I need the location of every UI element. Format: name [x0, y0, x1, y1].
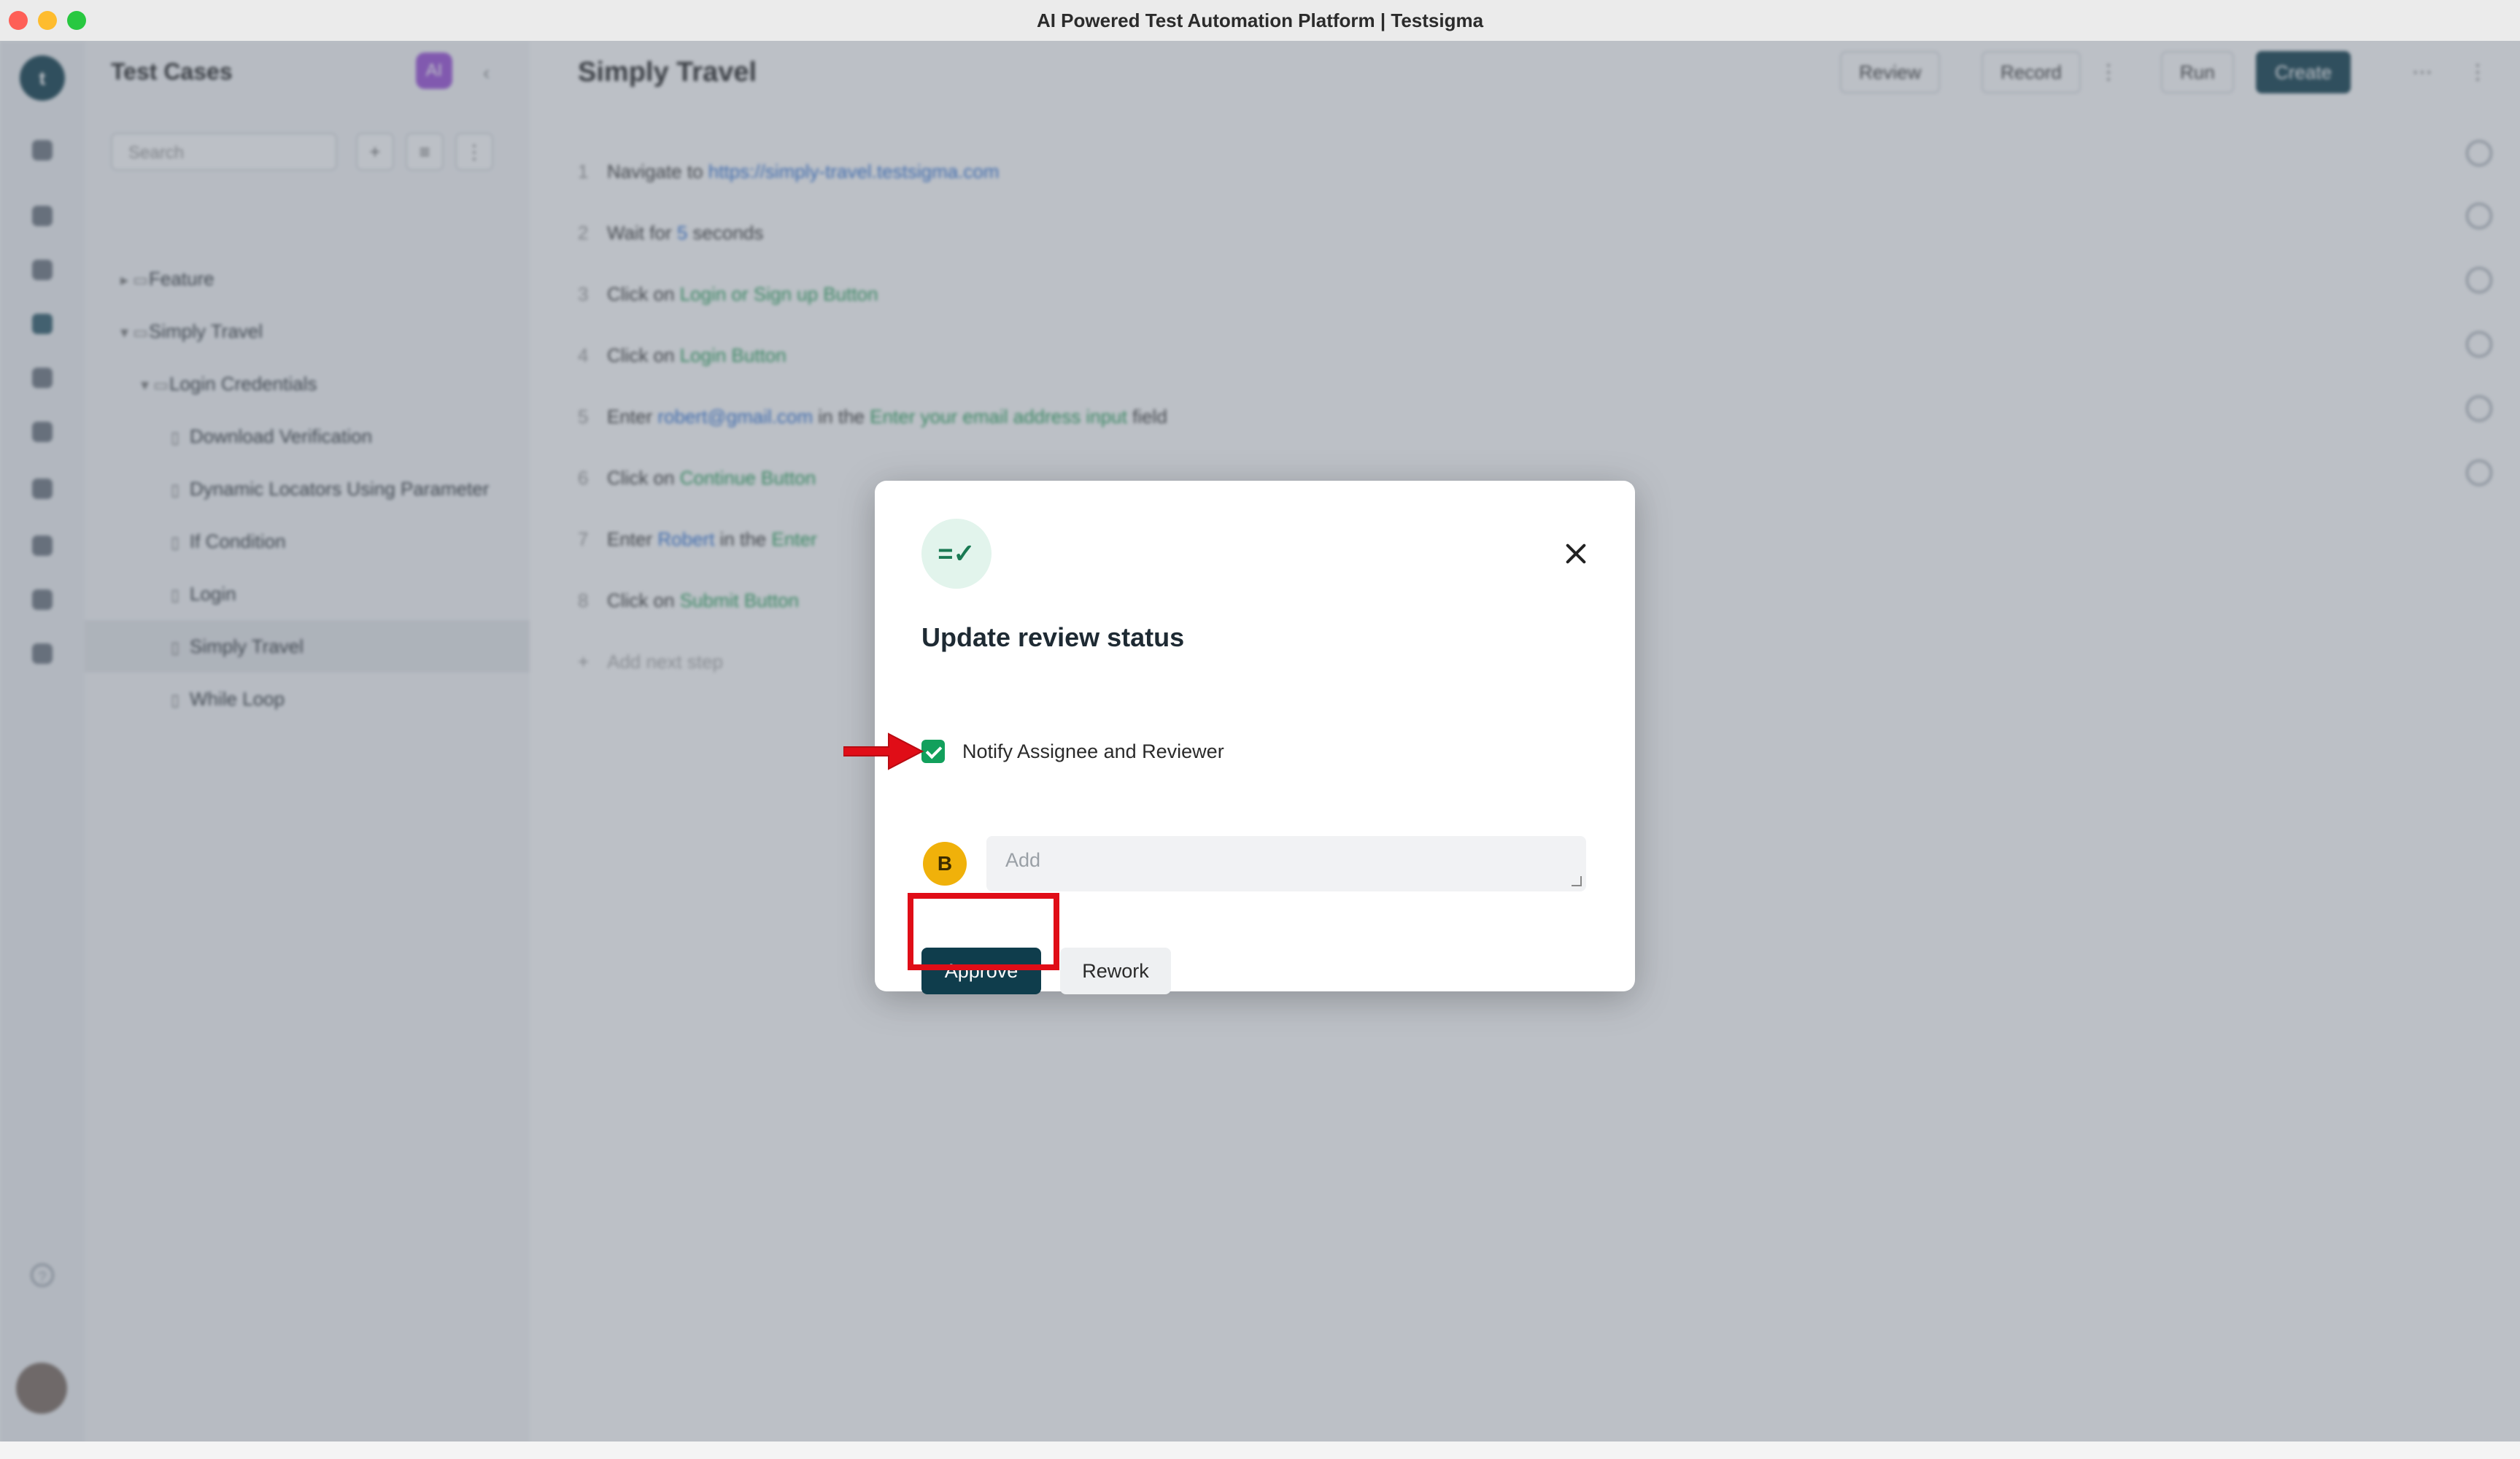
close-icon[interactable] [1555, 533, 1596, 574]
rework-button[interactable]: Rework [1060, 948, 1171, 994]
resize-handle-icon[interactable] [1572, 876, 1582, 886]
notify-checkbox-label[interactable]: Notify Assignee and Reviewer [962, 738, 1224, 765]
bottom-edge [0, 1441, 2520, 1459]
dialog-title: Update review status [921, 622, 1185, 652]
red-arrow-annotation [843, 732, 924, 770]
current-user-avatar: B [923, 842, 967, 886]
window-titlebar: AI Powered Test Automation Platform | Te… [0, 0, 2520, 42]
review-status-icon: =✓ [921, 519, 992, 589]
notify-checkbox[interactable] [921, 740, 945, 763]
window-title: AI Powered Test Automation Platform | Te… [1036, 9, 1484, 31]
comment-input[interactable] [986, 836, 1586, 891]
app-area: t ? Test Cases AI ‹ Search + ≡ ⋮ ▸ ▭Feat… [0, 41, 2520, 1459]
approve-highlight-annotation [908, 893, 1059, 970]
